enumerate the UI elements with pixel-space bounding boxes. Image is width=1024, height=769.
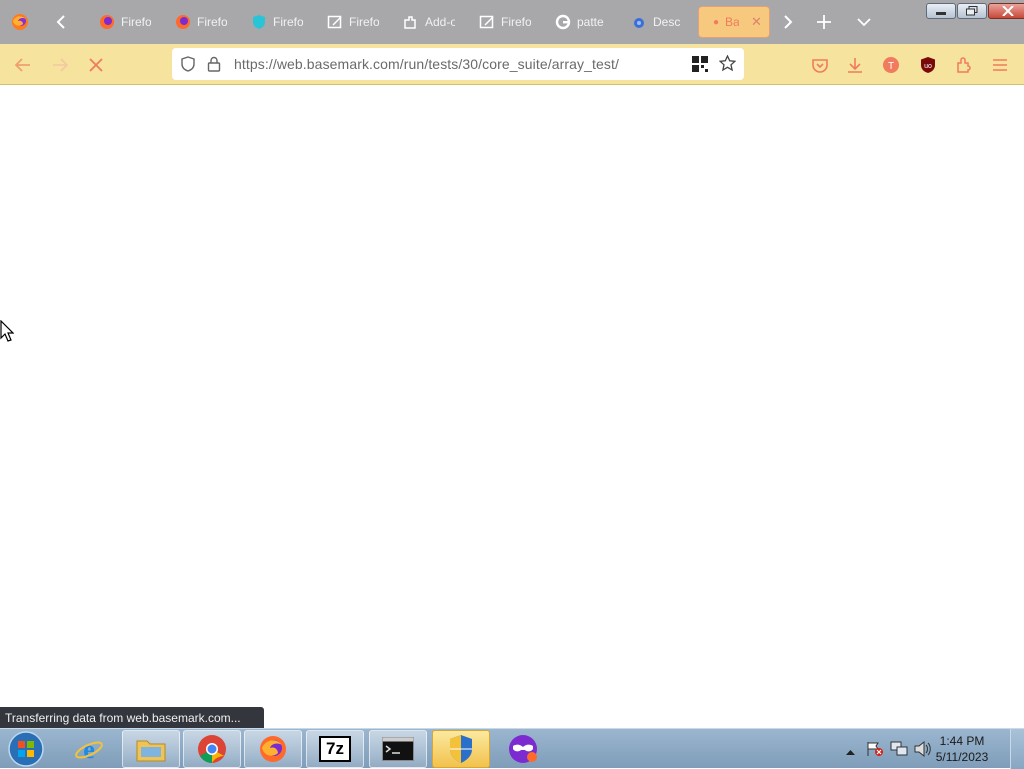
qr-code-icon[interactable] [692, 56, 708, 77]
browser-tab[interactable]: Firefo [250, 6, 310, 38]
close-tab-icon[interactable]: ✕ [751, 14, 762, 30]
tabs-scroll-left-button[interactable] [48, 8, 74, 36]
privacy-mask-icon[interactable] [494, 730, 552, 768]
stop-loading-button[interactable] [83, 52, 109, 78]
tab-label: Firefo [501, 15, 531, 29]
close-window-button[interactable] [988, 3, 1024, 19]
forward-button[interactable] [47, 52, 73, 78]
edit-document-icon [326, 14, 343, 31]
browser-tab[interactable]: Add-o [402, 6, 462, 38]
tab-bar: Firefo Firefo Firefo Firefo Add-o Firefo… [0, 0, 1024, 44]
browser-tab[interactable]: patte [554, 6, 614, 38]
clock-time: 1:44 PM [939, 734, 985, 748]
clock-date: 5/11/2023 [935, 750, 989, 764]
tab-label: Desc [653, 15, 681, 29]
browser-tab[interactable]: Desc [630, 6, 690, 38]
lock-icon[interactable] [207, 56, 221, 77]
svg-text:e: e [83, 735, 95, 764]
clock[interactable]: 1:44 PM 5/11/2023 [924, 733, 1000, 765]
deseat-icon [630, 14, 647, 31]
tracking-protection-shield-icon[interactable] [180, 56, 196, 77]
loading-dot-icon: ● [713, 16, 720, 28]
tabs-scroll-right-button[interactable] [775, 8, 801, 36]
browser-tab-active[interactable]: ● Ba ✕ [698, 6, 770, 38]
show-hidden-icons-arrow-icon[interactable] [846, 743, 855, 761]
tab-label: Firefo [197, 15, 227, 29]
internet-explorer-icon[interactable]: e [60, 730, 118, 768]
browser-tab[interactable]: Firefo [478, 6, 538, 38]
svg-text:uo: uo [924, 63, 932, 70]
shield-teal-icon [250, 14, 267, 31]
browser-tab[interactable]: Firefo [174, 6, 234, 38]
file-explorer-icon[interactable] [122, 730, 180, 768]
status-bar-text: Transferring data from web.basemark.com.… [0, 707, 264, 729]
addon-icon [402, 14, 419, 31]
list-all-tabs-button[interactable] [851, 8, 877, 36]
minimize-button[interactable] [926, 3, 956, 19]
action-center-flag-icon[interactable] [866, 741, 884, 762]
svg-text:T: T [888, 61, 894, 72]
account-avatar-icon[interactable]: T [878, 52, 904, 78]
tab-label: Ba [725, 15, 740, 29]
url-bar[interactable]: https://web.basemark.com/run/tests/30/co… [172, 48, 744, 80]
tab-label: patte [577, 15, 604, 29]
ublock-origin-icon[interactable]: uo [915, 52, 941, 78]
restore-button[interactable] [957, 3, 987, 19]
security-shield-icon[interactable] [432, 730, 490, 768]
tab-label: Firefo [273, 15, 303, 29]
edit-document-icon [478, 14, 495, 31]
pocket-icon[interactable] [807, 52, 833, 78]
firefox-icon[interactable] [244, 730, 302, 768]
start-button[interactable] [6, 731, 46, 767]
tab-label: Firefo [121, 15, 151, 29]
7zip-icon[interactable]: 7z [306, 730, 364, 768]
chrome-icon[interactable] [183, 730, 241, 768]
firefox-menu-icon[interactable] [7, 8, 33, 36]
network-icon[interactable] [890, 741, 908, 762]
url-text[interactable]: https://web.basemark.com/run/tests/30/co… [234, 56, 619, 72]
google-icon [554, 14, 571, 31]
browser-tab[interactable]: Firefo [98, 6, 158, 38]
hamburger-menu-icon[interactable] [987, 52, 1013, 78]
show-desktop-button[interactable] [1010, 729, 1024, 769]
page-content [0, 85, 1024, 728]
downloads-icon[interactable] [842, 52, 868, 78]
tab-label: Add-o [425, 15, 455, 29]
7zip-label: 7z [319, 736, 351, 762]
bookmark-star-icon[interactable] [718, 54, 737, 77]
mouse-cursor-icon [0, 319, 15, 347]
cmd-icon[interactable] [369, 730, 427, 768]
firefox-icon [98, 14, 115, 31]
back-button[interactable] [10, 52, 36, 78]
tab-label: Firefo [349, 15, 379, 29]
new-tab-button[interactable] [811, 8, 837, 36]
extensions-icon[interactable] [951, 52, 977, 78]
navigation-bar: https://web.basemark.com/run/tests/30/co… [0, 44, 1024, 85]
firefox-icon [174, 14, 191, 31]
browser-tab[interactable]: Firefo [326, 6, 386, 38]
taskbar: e 7z 1:44 PM 5/11/2023 [0, 728, 1024, 769]
